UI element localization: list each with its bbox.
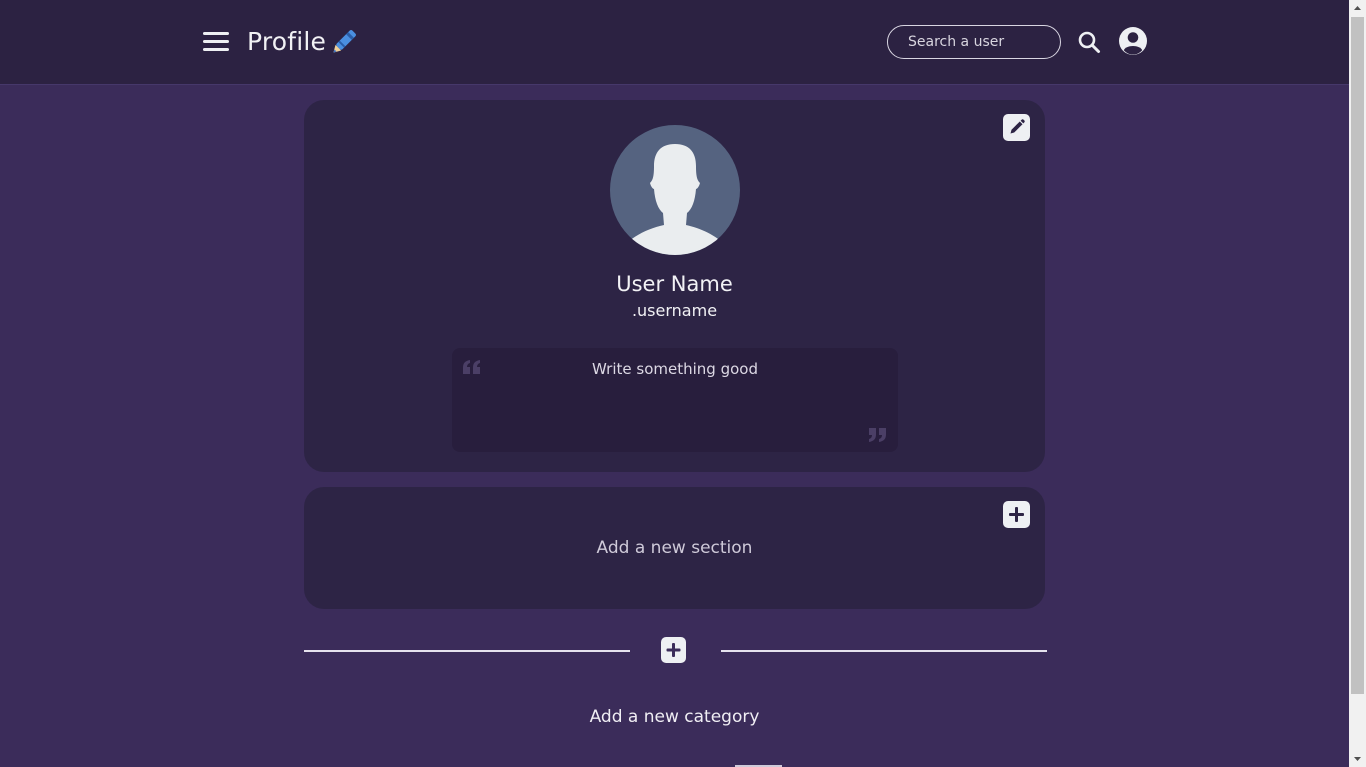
search-input[interactable] [887, 25, 1061, 59]
page-title: Profile [247, 27, 327, 56]
viewport: Profile Search a user User Name .usernam… [0, 0, 1366, 767]
default-avatar-icon [624, 144, 726, 255]
vertical-scrollbar[interactable] [1349, 0, 1366, 767]
username-handle: .username [631, 301, 718, 320]
scroll-up-arrow-icon[interactable] [1349, 0, 1366, 17]
profile-card: User Name .username Write something good [304, 100, 1045, 472]
bio-placeholder: Write something good [592, 360, 758, 378]
bio-field[interactable]: Write something good [452, 348, 898, 452]
page: Profile Search a user User Name .usernam… [0, 0, 1349, 767]
add-section-button[interactable] [1003, 501, 1030, 528]
hamburger-menu-icon[interactable] [203, 31, 229, 53]
plus-icon [666, 643, 681, 657]
add-section-label[interactable]: Add a new section [304, 538, 1045, 558]
divider-left [304, 650, 630, 652]
scroll-down-arrow-icon[interactable] [1349, 750, 1366, 767]
scrollbar-thumb[interactable] [1351, 17, 1364, 694]
add-section-card: Add a new section [304, 487, 1045, 609]
display-name: User Name [616, 272, 733, 296]
crayon-icon [333, 30, 356, 53]
edit-profile-button[interactable] [1003, 114, 1030, 141]
search-icon[interactable] [1077, 30, 1101, 54]
add-category-label[interactable]: Add a new category [304, 707, 1045, 727]
avatar [610, 125, 740, 255]
plus-icon [1009, 507, 1024, 522]
top-navbar: Profile [0, 0, 1349, 85]
pencil-icon [1010, 119, 1025, 134]
divider-right [721, 650, 1047, 652]
add-category-button[interactable] [661, 637, 686, 663]
user-circle-icon[interactable] [1118, 26, 1148, 56]
quote-close-icon [869, 428, 886, 442]
